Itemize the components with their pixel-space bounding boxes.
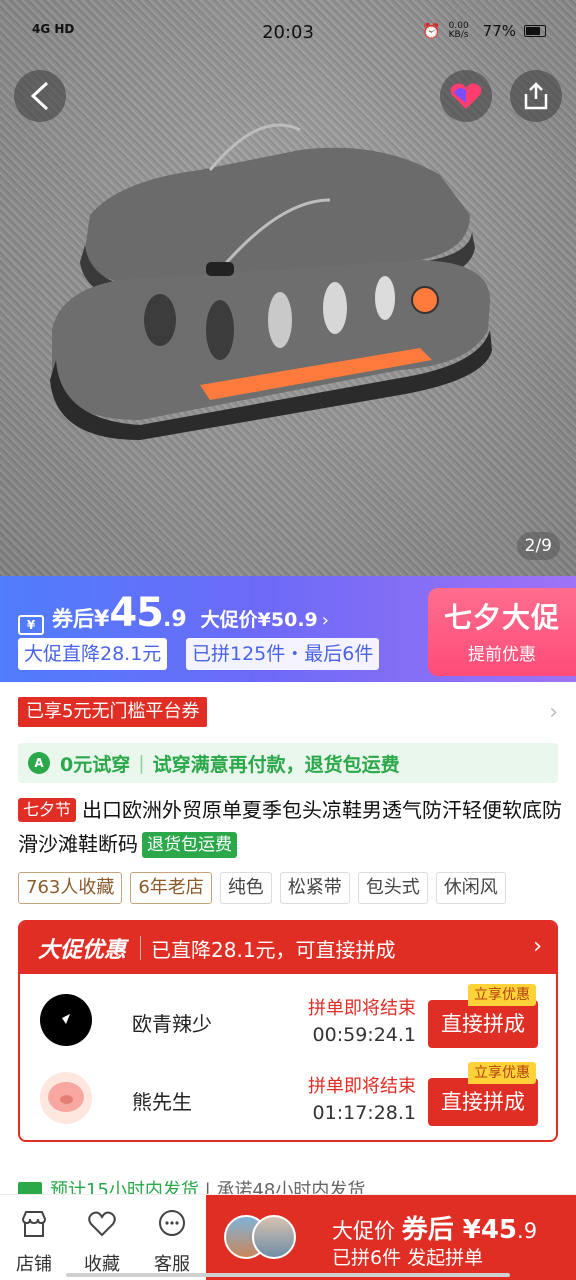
customer-service-button[interactable]: 客服: [142, 1203, 202, 1276]
back-button[interactable]: [14, 70, 66, 122]
platform-coupon-badge[interactable]: 已享5元无门槛平台券: [18, 697, 208, 727]
chip-attribute[interactable]: 松紧带: [279, 872, 350, 904]
heart-brand-icon: [450, 83, 482, 109]
battery-percent: 77%: [482, 22, 516, 40]
instant-discount-tag: 立享优惠: [468, 1062, 536, 1084]
chip-attribute[interactable]: 休闲风: [435, 872, 506, 904]
coupon-price: ¥ 券后 ¥ 45 .9 大促价¥50.9 ›: [18, 590, 329, 636]
coupon-icon: ¥: [18, 615, 44, 635]
chip-favorites[interactable]: 763人收藏: [18, 872, 123, 904]
favorite-button[interactable]: 收藏: [72, 1203, 132, 1276]
chevron-right-icon[interactable]: ›: [549, 700, 558, 725]
net-speed: 0.00 KB/s: [448, 21, 469, 40]
group-leader-name: 熊先生: [132, 1090, 192, 1114]
join-group-button[interactable]: 直接拼成: [428, 1078, 538, 1126]
chevron-right-icon: ›: [533, 934, 542, 959]
battery-icon: [524, 25, 546, 37]
avatar: [40, 994, 92, 1046]
promo-logo: 大促优惠: [38, 938, 127, 963]
chip-store-age[interactable]: 6年老店: [130, 872, 212, 904]
home-indicator: [66, 1273, 510, 1277]
trial-icon: A: [28, 752, 50, 774]
alarm-icon: ⏰: [421, 22, 441, 40]
pig-icon: [48, 1082, 84, 1112]
product-page: 4G HD 20:03 ⏰ 0.00 KB/s 77% 2/9 ¥ 券后 ¥ 4…: [0, 0, 576, 1280]
avatar: [40, 1072, 92, 1124]
share-icon: [524, 82, 548, 110]
group-buy-panel: 大促优惠 已直降28.1元，可直接拼成 › 欧青辣少 拼单即将结束 00:59:…: [18, 920, 558, 1142]
store-icon: [21, 1211, 47, 1237]
festival-badge[interactable]: 七夕大促 提前优惠: [428, 588, 576, 676]
promo-price-link[interactable]: 大促价¥50.9: [201, 605, 318, 632]
direct-drop-badge: 大促直降28.1元: [18, 638, 168, 670]
chevron-right-icon: ›: [321, 610, 329, 631]
instant-discount-tag: 立享优惠: [468, 984, 536, 1006]
heart-icon: [88, 1211, 116, 1237]
product-image[interactable]: 4G HD 20:03 ⏰ 0.00 KB/s 77% 2/9: [0, 0, 576, 576]
group-sold-badge: 已拼125件・最后6件: [186, 638, 380, 670]
group-row: 欧青辣少 拼单即将结束 00:59:24.1 直接拼成 立享优惠: [20, 984, 556, 1058]
chevron-left-icon: [30, 81, 49, 111]
group-countdown: 01:17:28.1: [312, 1102, 416, 1124]
chip-attribute[interactable]: 包头式: [357, 872, 428, 904]
image-counter: 2/9: [516, 532, 560, 560]
chat-icon: [159, 1210, 185, 1236]
status-bar: 4G HD 20:03 ⏰ 0.00 KB/s 77%: [0, 0, 576, 64]
join-group-button[interactable]: 直接拼成: [428, 1000, 538, 1048]
price-integer: 45: [109, 590, 164, 636]
attribute-chips: 763人收藏 6年老店 纯色 松紧带 包头式 休闲风: [18, 872, 506, 904]
group-status: 拼单即将结束: [308, 1076, 416, 1097]
promo-header[interactable]: 大促优惠 已直降28.1元，可直接拼成 ›: [20, 922, 556, 974]
return-shipping-tag: 退货包运费: [142, 832, 237, 858]
share-button[interactable]: [510, 70, 562, 122]
price-decimal: .9: [162, 607, 187, 632]
bottom-action-bar: 店铺 收藏 客服 大促价 券后 ¥45.9 已拼6件 发起拼单: [0, 1194, 576, 1280]
group-countdown: 00:59:24.1: [312, 1024, 416, 1046]
avatar: [252, 1215, 296, 1259]
chip-attribute[interactable]: 纯色: [219, 872, 272, 904]
product-title: 七夕节 出口欧洲外贸原单夏季包头凉鞋男透气防汗轻便软底防滑沙滩鞋断码 退货包运费: [18, 798, 563, 858]
start-group-buy-button[interactable]: 大促价 券后 ¥45.9 已拼6件 发起拼单: [206, 1195, 576, 1280]
free-trial-banner[interactable]: A 0元试穿 | 试穿满意再付款，退货包运费: [18, 743, 558, 783]
group-row: 熊先生 拼单即将结束 01:17:28.1 直接拼成 立享优惠: [20, 1062, 556, 1136]
store-button[interactable]: 店铺: [4, 1203, 64, 1276]
brand-button[interactable]: [440, 70, 492, 122]
festival-tag: 七夕节: [18, 798, 77, 822]
group-status: 拼单即将结束: [308, 998, 416, 1019]
group-leader-name: 欧青辣少: [132, 1012, 212, 1036]
promo-text: 已直降28.1元，可直接拼成: [151, 937, 396, 962]
